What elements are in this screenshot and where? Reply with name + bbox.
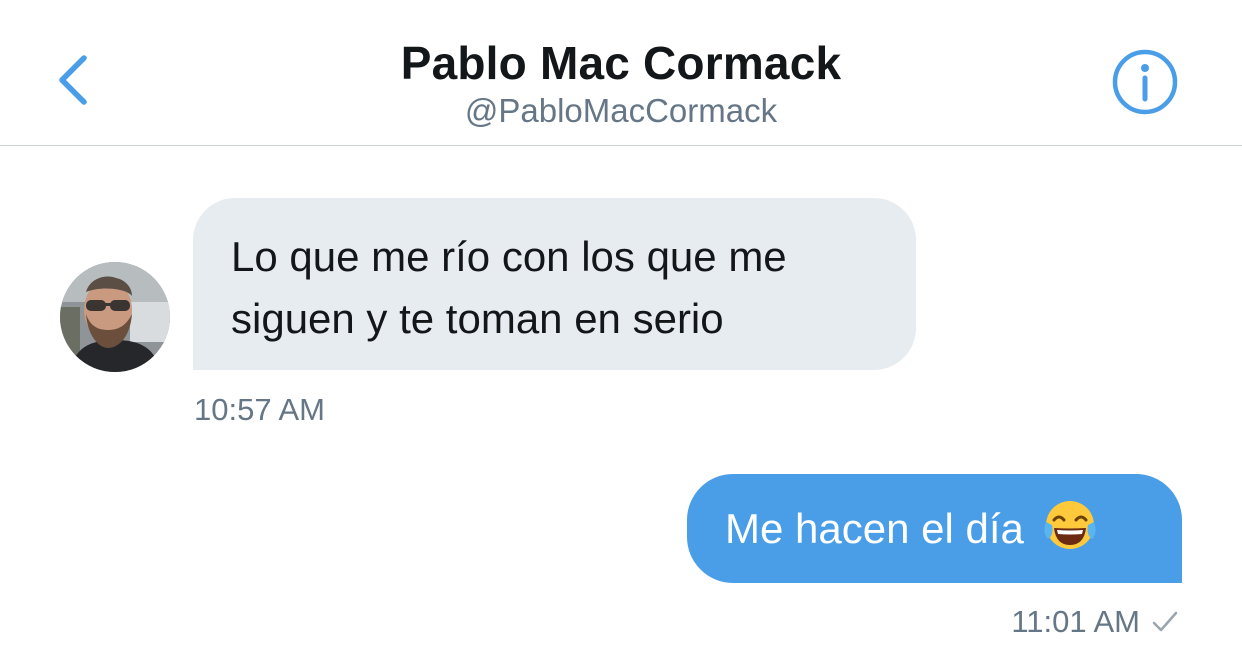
incoming-message-timestamp: 10:57 AM [194,392,325,427]
conversation-header: Pablo Mac Cormack @PabloMacCormack [0,0,1242,146]
face-with-tears-of-joy-icon [1044,500,1096,549]
incoming-message-text: Lo que me río con los que me siguen y te… [231,233,787,342]
outgoing-message-bubble[interactable]: Me hacen el día [687,474,1182,583]
outgoing-message-timestamp: 11:01 AM [1011,604,1140,639]
info-button[interactable] [1112,49,1178,115]
sent-check-icon [1152,611,1178,632]
dm-conversation-screen: Pablo Mac Cormack @PabloMacCormack Lo qu… [0,0,1242,671]
info-icon [1112,49,1178,115]
outgoing-message-text: Me hacen el día [725,504,1024,552]
contact-name[interactable]: Pablo Mac Cormack [0,36,1242,90]
incoming-message-bubble[interactable]: Lo que me río con los que me siguen y te… [193,198,916,370]
outgoing-message-meta: 11:01 AM [1011,604,1178,640]
contact-avatar[interactable] [60,262,170,372]
contact-handle[interactable]: @PabloMacCormack [0,92,1242,130]
